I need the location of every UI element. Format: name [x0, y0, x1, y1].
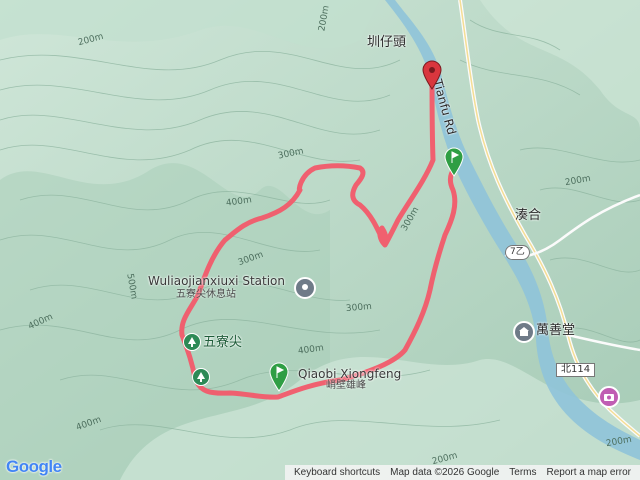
map-canvas[interactable]: 200m 200m 200m 300m 300m 300m 300m 400m … — [0, 0, 640, 480]
google-logo-text: Google — [6, 457, 62, 476]
peak-label-wuliaojian[interactable]: 五寮尖 — [203, 336, 242, 349]
station-label-en[interactable]: Wuliaojianxiuxi Station — [148, 275, 285, 287]
park-poi-marker-2[interactable] — [192, 368, 210, 386]
photo-poi-marker[interactable] — [598, 386, 620, 408]
station-poi-marker[interactable] — [294, 277, 316, 299]
report-error-link[interactable]: Report a map error — [542, 467, 636, 478]
map-footer: Keyboard shortcuts Map data ©2026 Google… — [284, 465, 640, 480]
place-label-zunzaitou[interactable]: 圳仔頭 — [367, 36, 406, 49]
place-label-qiaobi-zh: 峭壁雄峰 — [326, 380, 366, 391]
map-pin-icon — [422, 60, 442, 90]
map-data-attribution: Map data ©2026 Google — [390, 467, 500, 478]
keyboard-shortcuts-link[interactable]: Keyboard shortcuts — [289, 467, 385, 478]
google-logo: Google — [6, 457, 62, 477]
terrain-layer — [0, 0, 640, 480]
terms-link[interactable]: Terms — [504, 467, 541, 478]
route-shield-7z: 7乙 — [505, 245, 530, 260]
flag-pin-icon — [269, 362, 289, 392]
location-pin-icon — [302, 284, 308, 290]
temple-icon — [519, 327, 529, 336]
park-poi-marker[interactable] — [183, 333, 201, 351]
tree-icon — [188, 337, 196, 347]
route-shield-north114: 北114 — [556, 363, 596, 377]
tree-icon — [197, 372, 205, 382]
waypoint-pin-green-2[interactable] — [268, 362, 290, 392]
station-label-zh: 五寮尖休息站 — [176, 289, 236, 300]
place-label-couhe[interactable]: 湊合 — [515, 209, 541, 222]
flag-pin-icon — [444, 147, 464, 177]
place-label-wanshantang[interactable]: 萬善堂 — [536, 324, 575, 337]
start-pin-red[interactable] — [421, 60, 443, 90]
temple-poi-marker[interactable] — [513, 321, 535, 343]
camera-icon — [604, 394, 614, 401]
place-label-qiaobi-en[interactable]: Qiaobi Xiongfeng — [298, 368, 401, 380]
waypoint-pin-green-1[interactable] — [443, 147, 465, 177]
